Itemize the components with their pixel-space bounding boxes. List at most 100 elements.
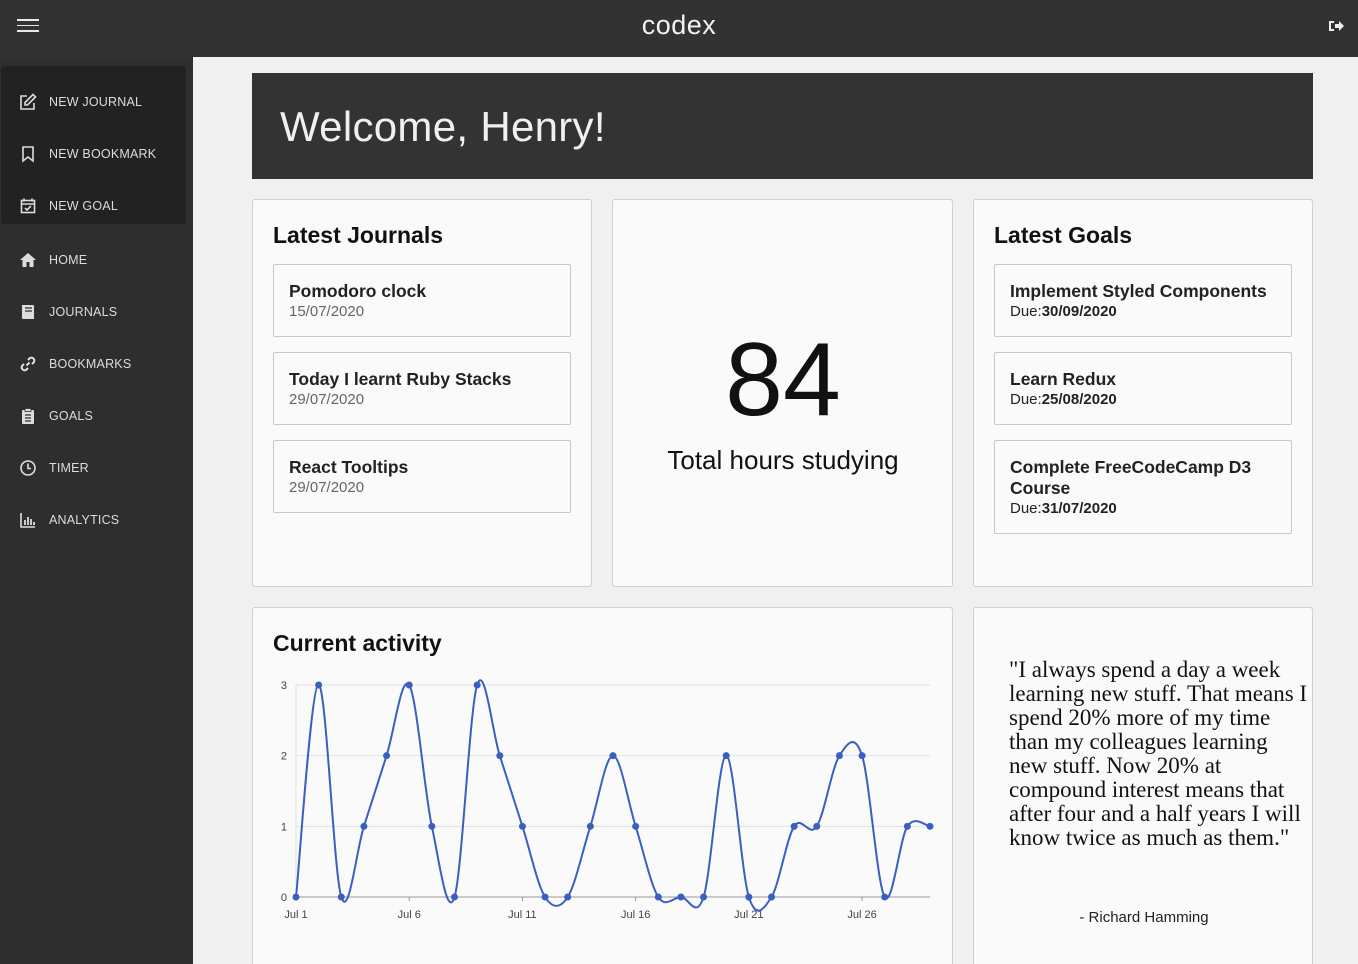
data-point [813,822,821,830]
data-point [926,822,934,830]
data-point [292,893,300,901]
sidebar-item-label: TIMER [49,461,89,475]
sidebar-item-label: GOALS [49,409,94,423]
journal-title: React Tooltips [289,457,409,477]
sidebar-item-label: NEW GOAL [49,199,118,213]
sidebar-item-journals[interactable]: JOURNALS [0,292,193,332]
series-line [295,679,931,912]
card-title: Latest Journals [273,222,443,248]
data-point [451,893,458,901]
data-point [858,752,866,760]
current-activity-card: Current activity 0 1 2 3 Jul 1 Jul 6 Jul 11 Jul… [252,607,953,964]
sidebar-item-new-goal[interactable]: NEW GOAL [0,186,193,226]
data-point [722,752,730,760]
total-hours-value: 84 [725,322,841,438]
x-tick-label: Jul 6 [398,909,421,921]
sidebar-item-label: BOOKMARKS [49,357,132,371]
latest-journals-card: Latest Journals Pomodoro clock 15/07/202… [252,199,592,587]
data-point [564,893,572,901]
data-point [473,681,481,689]
goal-due-date: 31/07/2020 [1041,500,1117,517]
journal-date: 29/07/2020 [289,479,365,496]
data-point [835,752,843,760]
sidebar-item-label: JOURNALS [49,305,118,319]
journal-item[interactable]: React Tooltips 29/07/2020 [273,440,571,513]
bookmark-icon [22,146,34,163]
edit-icon [20,93,37,110]
hamburger-menu-icon[interactable] [17,19,39,35]
goal-item[interactable]: Complete FreeCodeCamp D3 Course Due:31/0… [994,440,1292,534]
goal-due: Due:30/09/2020 [1010,303,1276,320]
x-tick-label: Jul 11 [508,909,537,921]
quote-author: - Richard Hamming [1079,909,1209,926]
goal-title: Implement Styled Components [1010,281,1267,301]
sidebar-item-bookmarks[interactable]: BOOKMARKS [0,344,193,384]
data-point [383,752,391,760]
app-logo: codex [641,10,717,40]
data-point [700,893,708,901]
journal-title: Today I learnt Ruby Stacks [289,369,512,389]
clock-icon [20,460,36,476]
quote-text: "I always spend a day a week learning ne… [1009,657,1308,850]
data-point [337,893,345,901]
y-tick-label: 3 [281,680,287,692]
sidebar-item-timer[interactable]: TIMER [0,448,193,488]
journal-item[interactable]: Today I learnt Ruby Stacks 29/07/2020 [273,352,571,425]
data-point [677,893,685,901]
home-icon [20,253,36,267]
goal-item[interactable]: Learn Redux Due:25/08/2020 [994,352,1292,425]
calendar-check-icon [20,198,36,214]
journal-title: Pomodoro clock [289,281,427,301]
bar-chart-icon [20,513,35,528]
sidebar-item-new-bookmark[interactable]: NEW BOOKMARK [0,134,193,174]
quick-actions-panel: NEW JOURNAL NEW BOOKMARK NEW GOAL [1,66,186,224]
goal-due: Due:31/07/2020 [1010,500,1276,517]
journal-date: 29/07/2020 [289,391,365,408]
data-point [903,822,911,830]
logout-icon[interactable] [1327,17,1345,35]
goal-due: Due:25/08/2020 [1010,391,1276,408]
due-prefix: Due: [1010,500,1042,517]
sidebar-item-label: NEW JOURNAL [49,95,143,109]
total-hours-label: Total hours studying [667,445,899,475]
data-point [496,752,504,760]
goal-title: Complete FreeCodeCamp D3 Course [1010,457,1252,498]
due-prefix: Due: [1010,391,1042,408]
total-hours-card: 84 Total hours studying [612,199,953,587]
book-icon [22,305,34,319]
goal-due-date: 25/08/2020 [1041,391,1117,408]
y-tick-label: 1 [281,821,287,833]
welcome-heading: Welcome, Henry! [280,103,606,150]
data-point [790,822,798,830]
y-tick-label: 2 [281,751,287,763]
x-tick-label: Jul 1 [284,909,307,921]
clipboard-icon [22,408,34,424]
welcome-banner: Welcome, Henry! [252,73,1313,179]
data-point [541,893,549,901]
data-point [745,893,753,901]
goal-item[interactable]: Implement Styled Components Due:30/09/20… [994,264,1292,337]
sidebar-item-home[interactable]: HOME [0,240,193,280]
sidebar-item-label: HOME [49,253,88,267]
sidebar-item-goals[interactable]: GOALS [0,396,193,436]
goal-due-date: 30/09/2020 [1041,303,1117,320]
journal-date: 15/07/2020 [289,303,365,320]
data-point [586,822,594,830]
sidebar-item-label: ANALYTICS [49,513,120,527]
card-title: Latest Goals [994,222,1133,248]
top-bar: codex [0,0,1358,57]
card-title: Current activity [273,630,442,656]
sidebar-item-analytics[interactable]: ANALYTICS [0,500,193,540]
journal-item[interactable]: Pomodoro clock 15/07/2020 [273,264,571,337]
data-point [360,822,368,830]
link-icon [20,356,36,372]
data-point [315,681,323,689]
data-point [518,822,526,830]
data-point [428,822,436,830]
latest-goals-card: Latest Goals Implement Styled Components… [973,199,1313,587]
sidebar-item-new-journal[interactable]: NEW JOURNAL [0,82,193,122]
data-point [654,893,662,901]
x-tick-label: Jul 26 [847,909,876,921]
y-tick-label: 0 [281,892,287,904]
data-point [609,752,617,760]
